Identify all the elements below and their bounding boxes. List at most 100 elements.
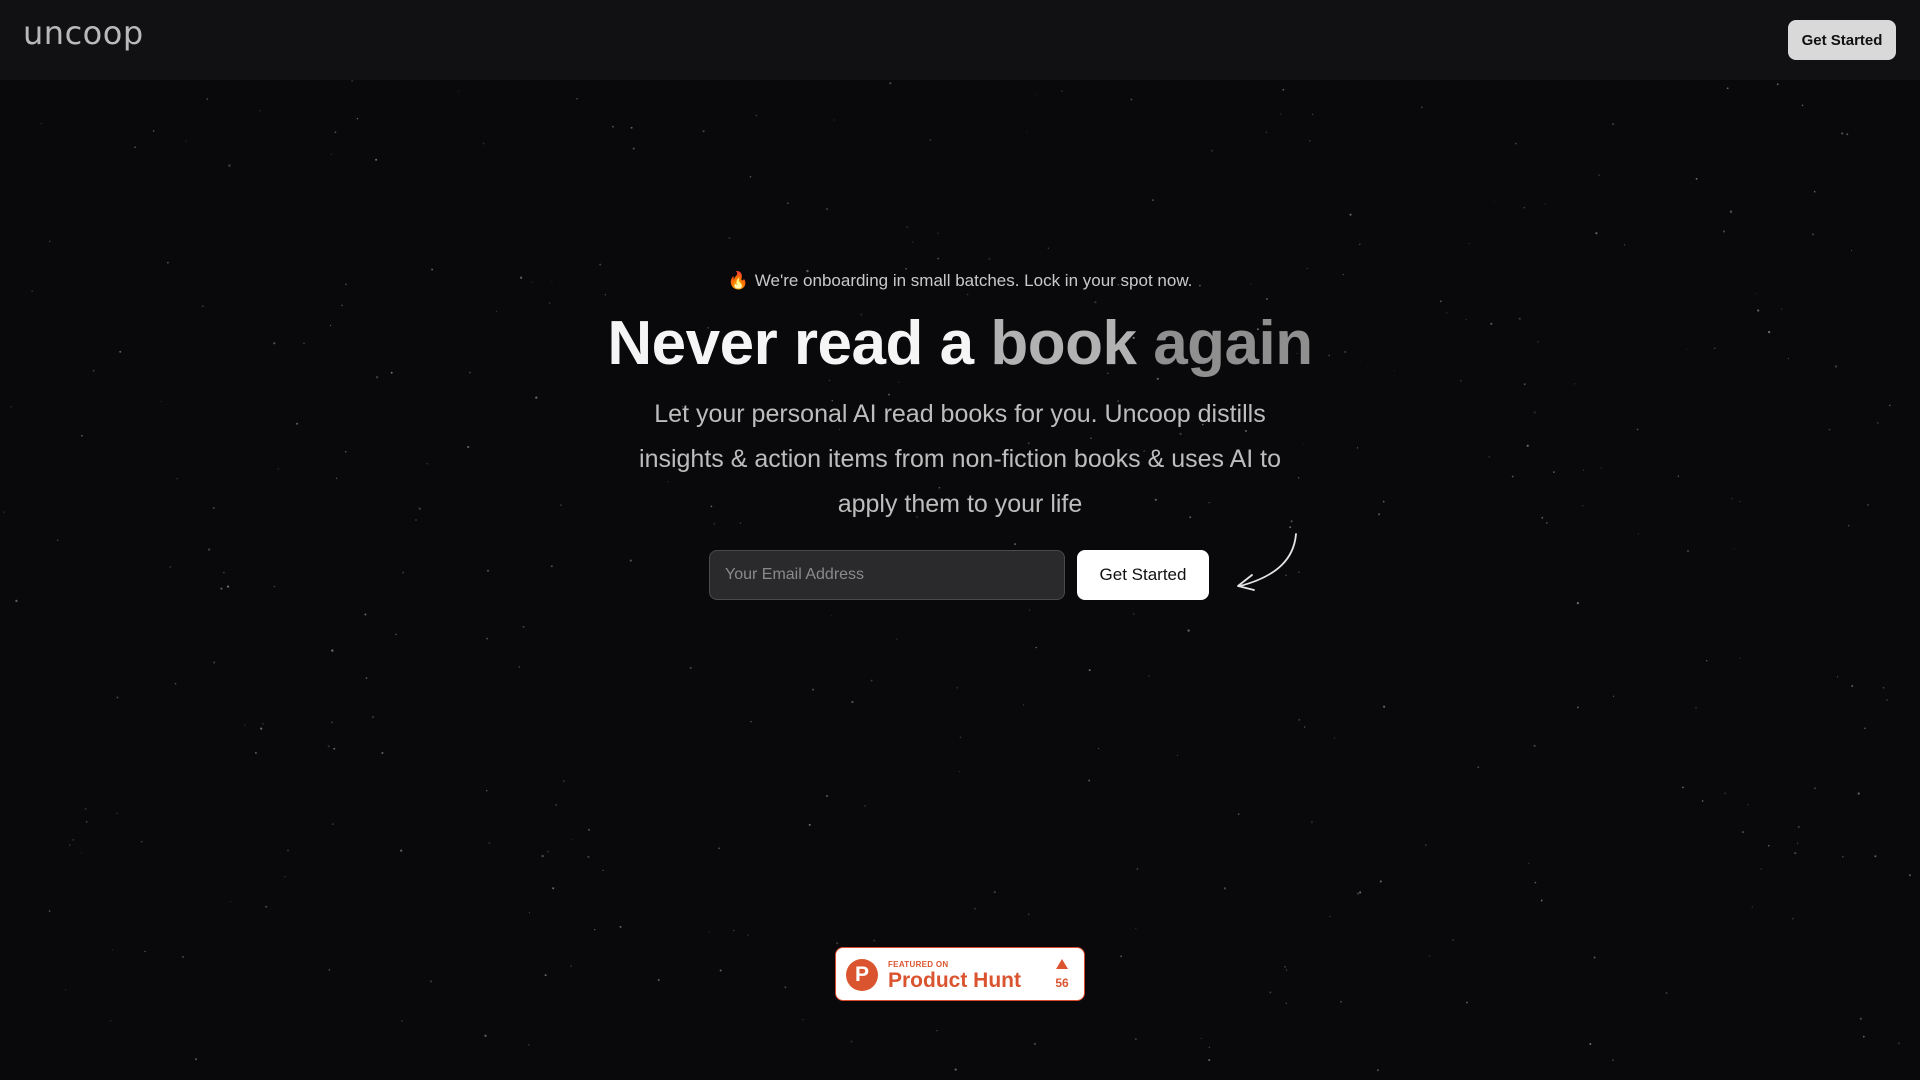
star [1533, 744, 1536, 747]
star [1768, 844, 1770, 847]
star [889, 82, 892, 85]
star [527, 1043, 530, 1046]
product-hunt-logo-icon: P [846, 959, 878, 991]
star [140, 840, 143, 843]
star [1701, 800, 1704, 802]
curved-arrow-icon [1237, 533, 1297, 591]
star [1333, 737, 1336, 739]
star [486, 789, 488, 792]
star [1885, 699, 1888, 701]
star [1023, 704, 1025, 706]
fire-icon: 🔥 [727, 271, 749, 290]
star [689, 666, 692, 670]
star [906, 226, 909, 229]
star [1379, 880, 1382, 883]
star [974, 907, 977, 910]
star [1534, 881, 1537, 884]
star [1340, 1000, 1343, 1003]
top-navbar: uncoop Get Started [0, 0, 1920, 80]
star [555, 804, 558, 806]
star [1310, 821, 1313, 824]
star [570, 965, 572, 968]
star [134, 146, 136, 148]
star [169, 566, 172, 568]
star [486, 637, 489, 640]
star [228, 164, 231, 167]
star [152, 130, 155, 132]
star [1611, 122, 1615, 126]
star [334, 131, 337, 134]
star [1061, 90, 1063, 92]
star [870, 679, 873, 682]
star [1797, 842, 1799, 844]
star [836, 942, 839, 945]
star [1493, 201, 1496, 203]
star [1187, 629, 1190, 632]
star [1665, 992, 1668, 995]
star [657, 978, 660, 982]
star [1088, 779, 1091, 782]
star [144, 950, 146, 953]
star [1842, 855, 1844, 858]
star [1014, 543, 1017, 546]
star [327, 745, 330, 748]
star [1285, 969, 1288, 971]
star [1029, 609, 1031, 611]
star [1695, 177, 1698, 180]
star [458, 90, 460, 92]
star [86, 821, 88, 823]
star [1359, 243, 1361, 245]
star [1177, 754, 1179, 756]
star [1265, 131, 1268, 133]
star [375, 158, 378, 161]
email-input[interactable] [709, 550, 1065, 600]
star [1036, 93, 1038, 95]
star [259, 110, 261, 112]
star [429, 980, 433, 983]
star [1595, 232, 1598, 235]
product-hunt-badge[interactable]: P FEATURED ON Product Hunt 56 [835, 947, 1085, 1001]
onboarding-notice: 🔥 We're onboarding in small batches. Lock… [0, 268, 1920, 294]
star [116, 696, 119, 699]
star [1612, 695, 1615, 697]
star [1383, 705, 1386, 708]
star [719, 969, 722, 972]
star [1801, 104, 1804, 107]
star [1733, 548, 1735, 550]
upvote-triangle-icon [1056, 959, 1068, 969]
nav-get-started-button[interactable]: Get Started [1788, 20, 1896, 60]
upvote-count: 56 [1055, 976, 1069, 990]
star [254, 751, 257, 754]
star [619, 925, 622, 928]
brand-logo[interactable]: uncoop [23, 14, 144, 52]
star [1359, 891, 1362, 894]
star [265, 905, 268, 908]
star [750, 721, 752, 723]
star [550, 565, 553, 568]
star [40, 122, 42, 125]
star [1846, 133, 1849, 136]
star [1811, 233, 1814, 236]
star [1836, 676, 1839, 678]
star [1477, 766, 1480, 769]
star [395, 633, 397, 636]
star [851, 700, 854, 704]
star [993, 891, 996, 894]
star [937, 257, 939, 260]
get-started-button[interactable]: Get Started [1077, 550, 1209, 600]
star [1908, 874, 1911, 877]
star [1682, 786, 1684, 789]
star [174, 682, 177, 685]
star [802, 1018, 804, 1021]
star [1152, 199, 1154, 202]
star [562, 779, 565, 783]
star [1791, 917, 1794, 920]
star [1284, 966, 1286, 968]
star [749, 176, 752, 178]
star [587, 855, 590, 859]
star [401, 1020, 403, 1022]
star [1797, 825, 1800, 828]
star [588, 828, 590, 831]
star [522, 625, 525, 628]
star [1598, 174, 1600, 176]
